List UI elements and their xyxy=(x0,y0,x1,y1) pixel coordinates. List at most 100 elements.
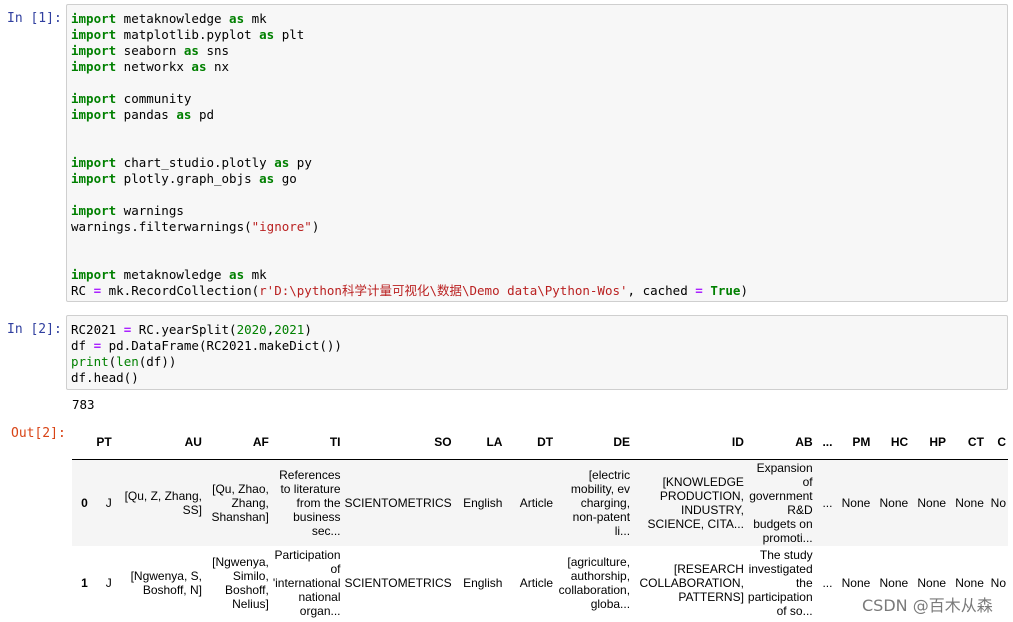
code-line: import plotly.graph_objs as go xyxy=(71,171,1003,187)
code-token: mk xyxy=(244,267,267,282)
code-token: import xyxy=(71,203,117,218)
table-cell: Expansion of government R&D budgets on p… xyxy=(749,460,813,545)
table-row: 0 J [Qu, Z, Zhang, SS] [Qu, Zhao, Zhang,… xyxy=(72,459,1008,546)
code-token: as xyxy=(176,107,192,122)
code-token: pd.DataFrame(RC2021.makeDict()) xyxy=(101,338,342,353)
code-token: "ignore" xyxy=(251,219,312,234)
code-token: nx xyxy=(206,59,230,74)
code-token: matplotlib.pyplot xyxy=(116,27,260,42)
code-line: import networkx as nx xyxy=(71,59,1003,75)
table-cell: [Ngwenya, S, Boshoff, N] xyxy=(130,568,202,597)
column-header: AF xyxy=(203,425,271,460)
table-cell: [KNOWLEDGE PRODUCTION, INDUSTRY, SCIENCE… xyxy=(647,474,744,531)
table-cell: None xyxy=(879,495,909,510)
table-cell: Article xyxy=(519,575,554,590)
output-prompt-2: Out[2]: xyxy=(11,426,66,441)
table-cell: [agriculture, authorship, collaboration,… xyxy=(558,554,631,611)
code-token: mk xyxy=(244,11,267,26)
table-cell: Participation of 'international national… xyxy=(272,547,341,618)
column-header: DE xyxy=(555,425,633,460)
table-cell: SCIENTOMETRICS xyxy=(344,575,452,590)
column-header: CT xyxy=(948,425,986,460)
column-header: HC xyxy=(872,425,911,460)
column-header: LA xyxy=(453,425,505,460)
code-line: import community xyxy=(71,91,1003,107)
table-cell: [Qu, Zhao, Zhang, Shanshan] xyxy=(211,481,269,524)
column-header: ID xyxy=(632,425,746,460)
table-cell: ... xyxy=(822,575,833,590)
code-token: 2021 xyxy=(274,322,305,337)
code-token: pd xyxy=(191,107,215,122)
column-header: PT xyxy=(89,425,114,460)
code-token: pandas xyxy=(116,107,177,122)
table-cell: No xyxy=(990,495,1006,510)
stdout-text: 783 xyxy=(72,397,95,412)
table-cell: None xyxy=(841,495,871,510)
code-editor-2[interactable]: RC2021 = RC.yearSplit(2020,2021) df = pd.… xyxy=(67,316,1007,392)
code-token: import xyxy=(71,267,117,282)
code-line: RC = mk.RecordCollection(r'D:\python科学计量… xyxy=(71,283,1003,299)
code-cell-2[interactable]: RC2021 = RC.yearSplit(2020,2021) df = pd.… xyxy=(66,315,1008,390)
code-token: as xyxy=(229,267,245,282)
code-token: import xyxy=(71,59,117,74)
code-token: metaknowledge xyxy=(116,11,230,26)
column-header: SO xyxy=(342,425,454,460)
code-token: import xyxy=(71,107,117,122)
watermark-text: CSDN @百木从森 xyxy=(862,596,993,615)
code-token: as xyxy=(274,155,290,170)
code-token: print xyxy=(71,354,109,369)
input-prompt-2: In [2]: xyxy=(7,322,62,337)
code-token: networkx xyxy=(116,59,192,74)
row-index: 1 xyxy=(81,575,88,590)
code-token: as xyxy=(259,27,275,42)
code-token: 2020 xyxy=(236,322,267,337)
code-token: chart_studio.plotly xyxy=(116,155,275,170)
code-token: go xyxy=(274,171,297,186)
column-header: HP xyxy=(910,425,949,460)
table-cell: J xyxy=(105,495,112,510)
code-line: print(len(df)) xyxy=(71,354,1003,370)
column-header: ... xyxy=(814,425,835,460)
code-token: , cached xyxy=(627,283,696,298)
table-cell: SCIENTOMETRICS xyxy=(344,495,452,510)
row-index: 0 xyxy=(81,495,88,510)
code-line: df.head() xyxy=(71,370,1003,386)
code-editor-1[interactable]: import metaknowledge as mk import matplot… xyxy=(67,5,1007,305)
code-token: True xyxy=(710,283,741,298)
code-token: = xyxy=(93,338,102,353)
code-token: RC xyxy=(71,283,94,298)
code-token: import xyxy=(71,155,117,170)
table-cell: None xyxy=(955,495,984,510)
code-token: len xyxy=(116,354,139,369)
code-token: RC2021 xyxy=(71,322,124,337)
column-header: DT xyxy=(504,425,556,460)
input-prompt-1: In [1]: xyxy=(7,11,62,26)
code-token: import xyxy=(71,91,117,106)
code-token: = xyxy=(93,283,102,298)
table-cell: English xyxy=(463,575,503,590)
table-cell: The study investigated the participation… xyxy=(747,547,813,618)
code-token: metaknowledge xyxy=(116,267,230,282)
code-line: import chart_studio.plotly as py xyxy=(71,155,1003,171)
column-header: AB xyxy=(745,425,815,460)
code-cell-1[interactable]: import metaknowledge as mk import matplot… xyxy=(66,4,1008,302)
code-line: import matplotlib.pyplot as plt xyxy=(71,27,1003,43)
table-cell: [Qu, Z, Zhang, SS] xyxy=(124,488,202,517)
code-token: import xyxy=(71,11,117,26)
table-cell: Article xyxy=(519,495,554,510)
code-line: warnings.filterwarnings("ignore") xyxy=(71,219,1003,235)
code-line: import metaknowledge as mk xyxy=(71,11,1003,27)
code-token: ) xyxy=(304,322,312,337)
table-cell: [electric mobility, ev charging, non-pat… xyxy=(570,467,631,538)
code-token: as xyxy=(229,11,245,26)
column-header xyxy=(72,425,90,460)
table-cell: [Ngwenya, Similo, Boshoff, Nelius] xyxy=(212,554,269,611)
code-token: = xyxy=(695,283,703,298)
code-token: as xyxy=(191,59,207,74)
code-token: ) xyxy=(311,219,320,234)
code-token: plotly.graph_objs xyxy=(116,171,260,186)
